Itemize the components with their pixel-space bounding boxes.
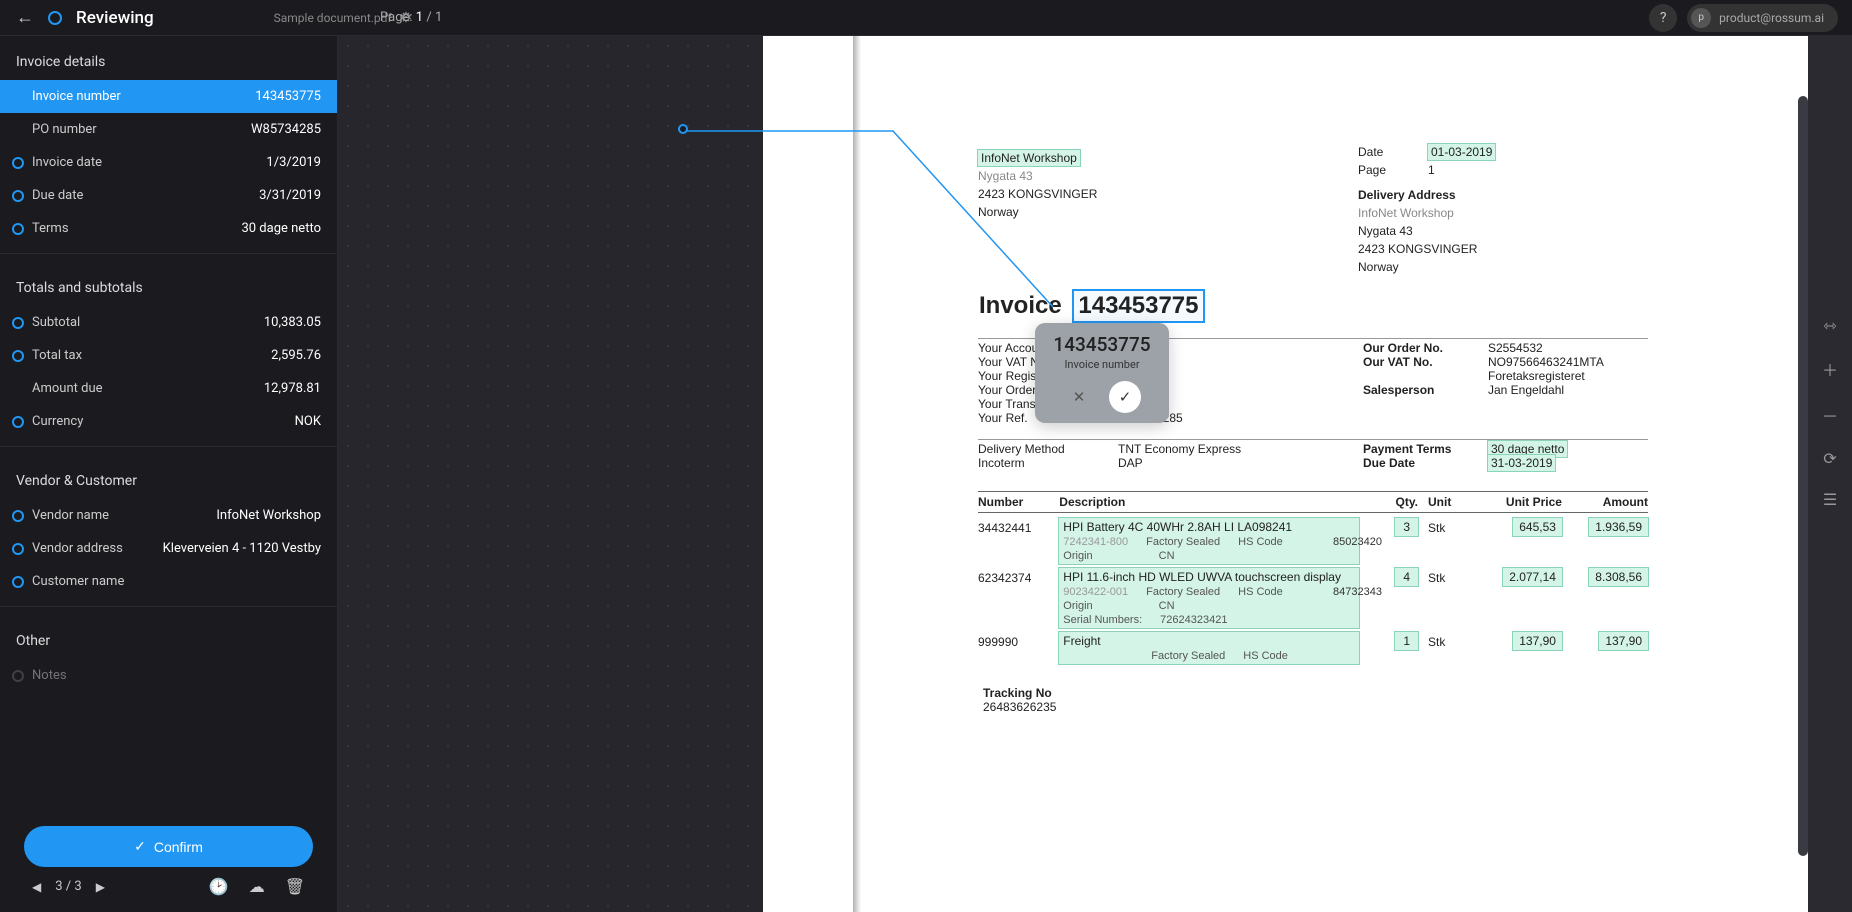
prev-doc-icon[interactable]: ◀: [32, 880, 41, 894]
field-invoice-number[interactable]: Invoice number 143453775: [0, 80, 337, 113]
zoom-in-icon[interactable]: ＋: [1822, 357, 1838, 381]
eye-icon: [12, 510, 24, 522]
eye-icon: [12, 670, 24, 682]
doc-table-header: Number Description Qty. Unit Unit Price …: [978, 491, 1648, 513]
eye-icon: [12, 576, 24, 588]
confirm-button[interactable]: ✓ Confirm: [24, 826, 313, 867]
field-subtotal[interactable]: Subtotal 10,383.05: [0, 306, 337, 339]
check-icon: ✓: [134, 838, 146, 855]
status-indicator-icon: [48, 11, 62, 25]
section-invoice-details: Invoice details: [0, 36, 337, 80]
fit-width-icon[interactable]: ⇿: [1823, 316, 1836, 335]
section-other: Other: [0, 615, 337, 659]
doc-vendor-name: InfoNet Workshop: [978, 150, 1080, 166]
doc-counter: 3 / 3: [55, 879, 81, 894]
trash-icon[interactable]: 🗑: [285, 877, 305, 896]
eye-icon: [12, 223, 24, 235]
document-name: Sample document.pdf: [274, 11, 392, 25]
field-currency[interactable]: Currency NOK: [0, 405, 337, 438]
doc-invoice-title: Invoice 143453775: [979, 291, 1203, 321]
user-menu[interactable]: p product@rossum.ai: [1687, 4, 1838, 32]
eye-icon: [12, 350, 24, 362]
field-amount-due[interactable]: Amount due 12,978.81: [0, 372, 337, 405]
popup-value: 143453775: [1043, 333, 1161, 356]
field-due-date[interactable]: Due date 3/31/2019: [0, 179, 337, 212]
clock-icon[interactable]: 🕑: [209, 877, 229, 896]
document-viewer[interactable]: InfoNet Workshop Nygata 43 2423 KONGSVIN…: [338, 36, 1852, 912]
field-po-number[interactable]: PO number W85734285: [0, 113, 337, 146]
field-total-tax[interactable]: Total tax 2,595.76: [0, 339, 337, 372]
doc-date: 01-03-2019: [1428, 144, 1495, 160]
next-doc-icon[interactable]: ▶: [96, 880, 105, 894]
eye-icon: [12, 157, 24, 169]
field-vendor-address[interactable]: Vendor address Kleverveien 4 - 1120 Vest…: [0, 532, 337, 565]
search-list-icon[interactable]: ☰: [1823, 490, 1837, 509]
eye-icon: [12, 416, 24, 428]
doc-line-items: 34432441 HPI Battery 4C 40WHr 2.8AH LI L…: [978, 518, 1648, 668]
page-title: Reviewing: [76, 8, 154, 28]
field-notes[interactable]: Notes: [0, 659, 337, 692]
app-header: ← Reviewing Sample document.pdf ⚙ Page: …: [0, 0, 1852, 36]
popup-accept-button[interactable]: ✓: [1109, 381, 1141, 413]
viewer-scrollbar[interactable]: [1798, 96, 1808, 856]
field-confirm-popup: 143453775 Invoice number ✕ ✓: [1035, 323, 1169, 423]
doc-invoice-number-highlight[interactable]: 143453775: [1074, 291, 1202, 321]
document-page: InfoNet Workshop Nygata 43 2423 KONGSVIN…: [763, 36, 1813, 912]
download-icon[interactable]: ☁: [249, 877, 265, 896]
popup-label: Invoice number: [1043, 358, 1161, 371]
tool-rail: ⇿ ＋ － ⟳ ☰: [1808, 36, 1852, 912]
field-invoice-date[interactable]: Invoice date 1/3/2019: [0, 146, 337, 179]
eye-icon: [12, 190, 24, 202]
doc-tracking: Tracking No 26483626235: [983, 686, 1056, 714]
help-button[interactable]: ?: [1649, 4, 1677, 32]
popup-reject-button[interactable]: ✕: [1063, 381, 1095, 413]
field-terms[interactable]: Terms 30 dage netto: [0, 212, 337, 245]
user-email: product@rossum.ai: [1719, 11, 1824, 25]
eye-icon: [12, 543, 24, 555]
back-icon[interactable]: ←: [16, 7, 34, 28]
section-totals: Totals and subtotals: [0, 262, 337, 306]
section-vendor: Vendor & Customer: [0, 455, 337, 499]
field-customer-name[interactable]: Customer name: [0, 565, 337, 598]
field-vendor-name[interactable]: Vendor name InfoNet Workshop: [0, 499, 337, 532]
zoom-out-icon[interactable]: －: [1822, 403, 1838, 427]
eye-icon: [12, 317, 24, 329]
avatar: p: [1691, 8, 1711, 28]
sidebar: Invoice details Invoice number 143453775…: [0, 36, 338, 912]
page-indicator: Page: 1 / 1: [380, 10, 442, 25]
rotate-icon[interactable]: ⟳: [1823, 449, 1836, 468]
